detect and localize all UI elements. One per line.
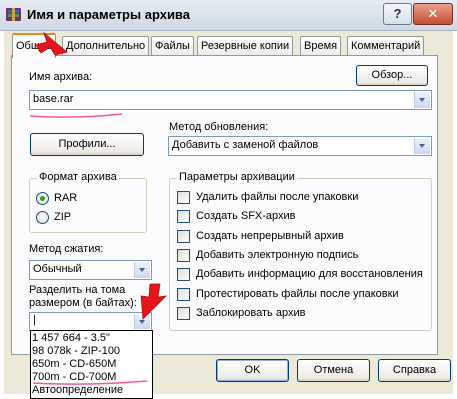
annotation-overlay	[29, 31, 168, 385]
red-arrow-icon	[35, 31, 68, 56]
underline-mark	[32, 380, 148, 385]
red-arrow-icon	[140, 283, 168, 320]
underline-mark	[29, 113, 123, 118]
